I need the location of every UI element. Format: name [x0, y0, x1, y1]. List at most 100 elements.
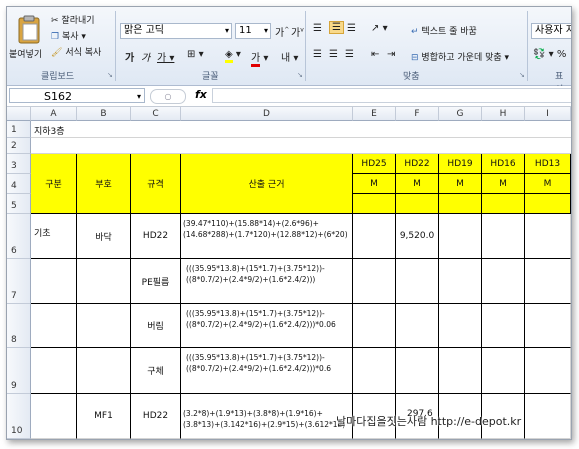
alignment-dialog-launcher-icon[interactable]: ↘	[519, 71, 525, 79]
f-cell[interactable]	[396, 348, 439, 394]
italic-button[interactable]: 가	[141, 49, 150, 64]
select-all-corner[interactable]	[7, 107, 31, 121]
blank-header-cell[interactable]	[353, 194, 396, 214]
header-hd19-cell[interactable]: HD19	[439, 154, 482, 174]
spec-cell[interactable]: 버림	[131, 304, 181, 348]
format-painter-button[interactable]: 🖌 서식 복사	[51, 45, 101, 58]
blank-header-cell[interactable]	[525, 194, 571, 214]
column-header-d[interactable]: D	[181, 107, 353, 121]
font-dialog-launcher-icon[interactable]: ↘	[297, 71, 303, 79]
header-basis-cell[interactable]: 산출 근거	[181, 154, 353, 214]
header-hd16-cell[interactable]: HD16	[482, 154, 525, 174]
wrap-text-button[interactable]: ↵ 텍스트 줄 바꿈	[411, 24, 477, 37]
align-left-button[interactable]: ☰	[313, 49, 322, 60]
row-header-3[interactable]: 3	[7, 154, 31, 174]
column-header-a[interactable]: A	[31, 107, 77, 121]
column-header-e[interactable]: E	[353, 107, 396, 121]
code-cell[interactable]	[77, 259, 131, 304]
category-cell[interactable]	[31, 394, 77, 439]
grow-font-button[interactable]: 가^	[275, 24, 289, 39]
blank-header-cell[interactable]	[439, 194, 482, 214]
column-header-c[interactable]: C	[131, 107, 181, 121]
code-cell[interactable]: MF1	[77, 394, 131, 439]
calc-cell[interactable]: (((35.95*13.8)+(15*1.7)+(3.75*12))-((8*0…	[181, 348, 353, 394]
calc-cell[interactable]: (((35.95*13.8)+(15*1.7)+(3.75*12))-((8*0…	[181, 304, 353, 348]
number-format-select[interactable]: 사용자 지	[531, 23, 571, 39]
g-cell[interactable]	[439, 214, 482, 259]
font-name-select[interactable]: 맑은 고딕 ▾	[120, 23, 232, 39]
g-cell[interactable]	[439, 304, 482, 348]
underline-button[interactable]: 가 ▾	[157, 49, 174, 64]
row-header-4[interactable]: 4	[7, 174, 31, 194]
h-cell[interactable]	[482, 259, 525, 304]
phonetic-button[interactable]: 내 ▾	[281, 49, 298, 64]
code-cell[interactable]	[77, 304, 131, 348]
font-color-button[interactable]: 가 ▾	[251, 49, 268, 67]
header-hd25-cell[interactable]: HD25	[353, 154, 396, 174]
align-right-button[interactable]: ☰	[345, 49, 354, 60]
header-hd22-cell[interactable]: HD22	[396, 154, 439, 174]
category-cell[interactable]	[31, 259, 77, 304]
column-header-b[interactable]: B	[77, 107, 131, 121]
header-code-cell[interactable]: 부호	[77, 154, 131, 214]
e-cell[interactable]	[353, 304, 396, 348]
sheet-title-cell[interactable]: 지하3층	[31, 121, 131, 138]
formula-input[interactable]	[212, 88, 571, 103]
code-cell[interactable]	[77, 348, 131, 394]
copy-button[interactable]: ❐ 복사 ▾	[51, 29, 86, 42]
bold-button[interactable]: 가	[125, 49, 134, 64]
unit-cell-i[interactable]: M	[525, 174, 571, 194]
calc-cell[interactable]: (3.2*8)+(1.9*13)+(3.8*8)+(1.9*16)+(3.8*1…	[181, 394, 353, 439]
row-header-10[interactable]: 10	[7, 394, 31, 439]
unit-cell-h[interactable]: M	[482, 174, 525, 194]
align-center-button[interactable]: ☰	[329, 49, 338, 60]
clipboard-dialog-launcher-icon[interactable]: ↘	[107, 71, 113, 79]
header-spec-cell[interactable]: 규격	[131, 154, 181, 214]
spec-cell[interactable]: HD22	[131, 394, 181, 439]
orientation-button[interactable]: ↗ ▾	[371, 23, 388, 34]
spec-cell[interactable]: 구체	[131, 348, 181, 394]
merge-center-button[interactable]: ⊟ 병합하고 가운데 맞춤 ▾	[411, 50, 509, 63]
paste-button[interactable]: 붙여넣기	[9, 15, 45, 60]
e-cell[interactable]	[353, 348, 396, 394]
align-bottom-button[interactable]: ☰	[347, 23, 356, 34]
align-top-button[interactable]: ☰	[313, 23, 322, 34]
unit-cell-g[interactable]: M	[439, 174, 482, 194]
row-header-2[interactable]: 2	[7, 138, 31, 154]
row-header-9[interactable]: 9	[7, 348, 31, 394]
i-cell[interactable]	[525, 304, 571, 348]
f-cell[interactable]	[396, 304, 439, 348]
name-box[interactable]: S162 ▾	[9, 88, 145, 103]
f-cell[interactable]	[396, 259, 439, 304]
cut-button[interactable]: ✂ 잘라내기	[51, 13, 95, 26]
decrease-indent-button[interactable]: ⇤	[371, 49, 379, 60]
formula-bar-resize-handle[interactable]: ○	[150, 89, 186, 104]
row-header-1[interactable]: 1	[7, 121, 31, 138]
blank-header-cell[interactable]	[396, 194, 439, 214]
column-header-f[interactable]: F	[396, 107, 439, 121]
category-cell[interactable]: 기초	[31, 214, 77, 259]
h-cell[interactable]	[482, 304, 525, 348]
row-header-5[interactable]: 5	[7, 194, 31, 214]
shrink-font-button[interactable]: 가v	[291, 24, 304, 39]
column-header-h[interactable]: H	[482, 107, 525, 121]
f-cell[interactable]: 9,520.0	[396, 214, 439, 259]
e-cell[interactable]	[353, 259, 396, 304]
border-button[interactable]: ⊞ ▾	[187, 49, 204, 60]
row-header-6[interactable]: 6	[7, 214, 31, 259]
g-cell[interactable]	[439, 348, 482, 394]
font-size-select[interactable]: 11 ▾	[235, 23, 271, 39]
i-cell[interactable]	[525, 348, 571, 394]
blank-header-cell[interactable]	[482, 194, 525, 214]
spec-cell[interactable]: HD22	[131, 214, 181, 259]
align-middle-button[interactable]: ☰	[329, 21, 344, 34]
insert-function-button[interactable]: fx	[195, 88, 207, 101]
category-cell[interactable]	[31, 348, 77, 394]
calc-cell[interactable]: (39.47*110)+(15.88*14)+(2.6*96)+(14.68*2…	[181, 214, 353, 259]
i-cell[interactable]	[525, 214, 571, 259]
header-category-cell[interactable]: 구분	[31, 154, 77, 214]
increase-indent-button[interactable]: ⇥	[387, 49, 395, 60]
i-cell[interactable]	[525, 259, 571, 304]
column-header-g[interactable]: G	[439, 107, 482, 121]
header-hd13-cell[interactable]: HD13	[525, 154, 571, 174]
